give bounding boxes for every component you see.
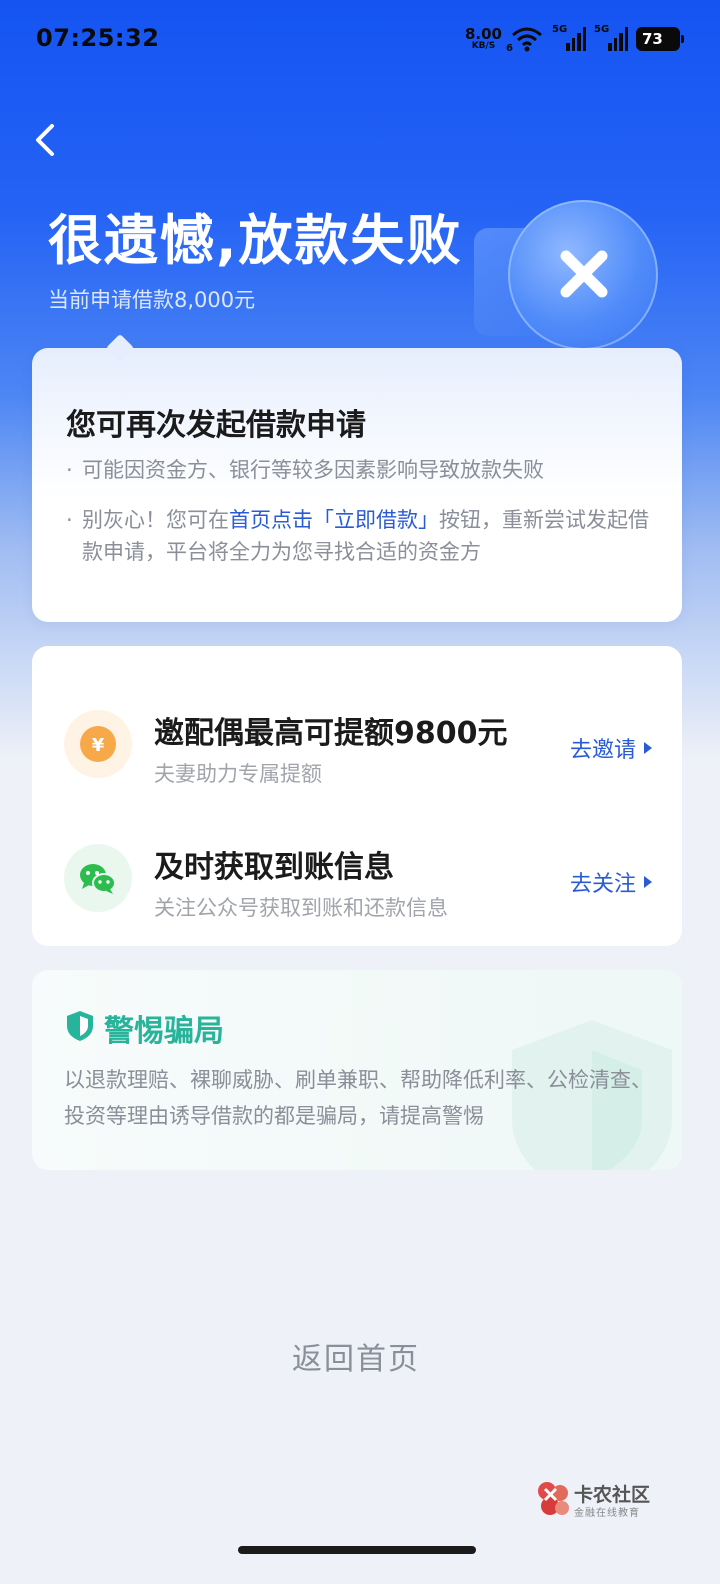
back-button[interactable] [28, 118, 68, 162]
loan-amount-subtitle: 当前申请借款8,000元 [48, 288, 256, 312]
follow-account-title: 及时获取到账信息 [154, 850, 394, 885]
battery-icon: 73 [636, 27, 684, 51]
notice-bullet-1: · 可能因资金方、银行等较多因素影响导致放款失败 [66, 454, 666, 486]
follow-account-subtitle: 关注公众号获取到账和还款信息 [154, 896, 448, 920]
caret-right-icon [644, 742, 652, 754]
battery-level: 73 [642, 30, 663, 48]
follow-link-label: 去关注 [569, 872, 636, 897]
invite-spouse-title: 邀配偶最高可提额9800元 [154, 716, 508, 751]
watermark-logo-icon [538, 1482, 569, 1515]
close-x-icon [560, 250, 608, 298]
watermark-name: 卡农社区 [574, 1484, 651, 1506]
signal-sim2-icon: 5G [594, 24, 628, 51]
invite-spouse-subtitle: 夫妻助力专属提额 [154, 762, 322, 786]
status-bar: 07:25:32 8.00 KB/S 6 5G 5G 73 [0, 0, 720, 80]
wifi-icon: 6 [506, 26, 544, 54]
fail-illustration [474, 196, 664, 350]
network-speed: 8.00 KB/S [465, 27, 502, 51]
sim2-tag: 5G [594, 24, 610, 35]
home-indicator[interactable] [238, 1546, 476, 1554]
bullet-dot: · [66, 458, 73, 482]
bullet-dot: · [66, 508, 73, 532]
watermark-subtitle: 金融在线教育 [574, 1508, 640, 1519]
notice-bullet-2: · 别灰心！您可在首页点击「立即借款」按钮，重新尝试发起借款申请，平台将全力为您… [66, 504, 666, 568]
wifi-tag: 6 [506, 43, 513, 54]
invite-link[interactable]: 去邀请 [570, 732, 652, 764]
invite-link-label: 去邀请 [569, 738, 636, 763]
signal-sim1-icon: 5G [552, 24, 586, 51]
network-speed-unit: KB/S [471, 41, 496, 51]
sim1-tag: 5G [552, 24, 568, 35]
shield-icon [67, 1011, 93, 1041]
follow-account-row[interactable]: 及时获取到账信息 关注公众号获取到账和还款信息 去关注 [32, 826, 682, 936]
network-speed-value: 8.00 [464, 25, 502, 43]
retry-notice-card: 您可再次发起借款申请 · 可能因资金方、银行等较多因素影响导致放款失败 · 别灰… [32, 348, 682, 622]
yen-coin-icon: ¥ [64, 710, 132, 778]
caret-right-icon [644, 876, 652, 888]
watermark: 卡农社区 金融在线教育 [536, 1478, 666, 1522]
wechat-icon [64, 844, 132, 912]
svg-text:¥: ¥ [92, 735, 105, 756]
status-time: 07:25:32 [36, 24, 160, 52]
fraud-warning-card: 警惕骗局 以退款理赔、裸聊威胁、刷单兼职、帮助降低利率、公检清查、投资等理由诱导… [32, 970, 682, 1170]
notice-bullet-1-text: 可能因资金方、银行等较多因素影响导致放款失败 [82, 458, 544, 482]
return-home-button[interactable]: 返回首页 [0, 1334, 712, 1378]
warning-text: 以退款理赔、裸聊威胁、刷单兼职、帮助降低利率、公检清查、投资等理由诱导借款的都是… [64, 1068, 652, 1128]
notice-title: 您可再次发起借款申请 [66, 408, 366, 443]
actions-card: ¥ 邀配偶最高可提额9800元 夫妻助力专属提额 去邀请 及时获取到账信息 关注… [32, 646, 682, 946]
warning-title: 警惕骗局 [104, 1014, 224, 1049]
status-indicators: 8.00 KB/S 6 5G 5G 73 [465, 24, 684, 54]
page-title: 很遗憾,放款失败 [48, 209, 463, 272]
invite-spouse-row[interactable]: ¥ 邀配偶最高可提额9800元 夫妻助力专属提额 去邀请 [32, 692, 682, 802]
notice-bullet-2-prefix: 别灰心！您可在 [82, 508, 229, 532]
follow-link[interactable]: 去关注 [570, 866, 652, 898]
notice-bullet-2-text: 别灰心！您可在首页点击「立即借款」按钮，重新尝试发起借款申请，平台将全力为您寻找… [66, 504, 666, 568]
chevron-left-icon [36, 124, 54, 156]
notice-bullet-2-highlight: 首页点击「立即借款」 [229, 508, 439, 532]
